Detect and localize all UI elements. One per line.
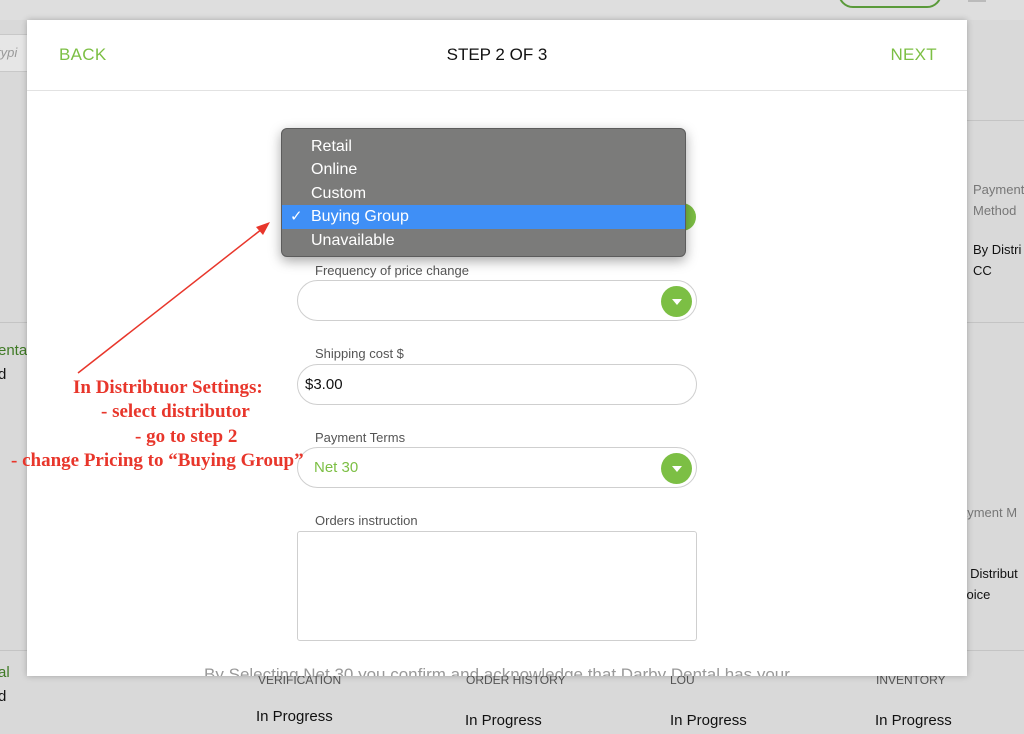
chevron-down-icon[interactable] bbox=[661, 453, 692, 484]
annotation-text: - select distributor bbox=[101, 401, 250, 422]
pricing-dropdown-menu: Retail Online Custom ✓ Buying Group Unav… bbox=[281, 128, 686, 257]
payment-method-value: By Distri bbox=[973, 242, 1022, 257]
modal-header: BACK STEP 2 OF 3 NEXT bbox=[27, 20, 967, 91]
payment-terms-value: Net 30 bbox=[314, 459, 359, 476]
distributor-settings-modal: BACK STEP 2 OF 3 NEXT Frequency of price… bbox=[27, 20, 967, 676]
chevron-down-icon[interactable] bbox=[661, 286, 692, 317]
status-text: In Progress bbox=[875, 712, 952, 729]
annotation-text: - change Pricing to “Buying Group” bbox=[11, 450, 304, 471]
frequency-label: Frequency of price change bbox=[315, 263, 469, 278]
distributor-subtext: d bbox=[0, 366, 7, 383]
payment-method-value: CC bbox=[973, 263, 992, 278]
status-text: In Progress bbox=[670, 712, 747, 729]
divider bbox=[0, 322, 27, 323]
payment-terms-select[interactable]: Net 30 bbox=[297, 447, 697, 488]
distributor-name: al bbox=[0, 664, 10, 681]
shipping-cost-label: Shipping cost $ bbox=[315, 346, 404, 361]
step-title: STEP 2 OF 3 bbox=[446, 45, 548, 64]
next-button[interactable]: NEXT bbox=[890, 45, 937, 65]
annotation-text: In Distribtuor Settings: bbox=[73, 377, 263, 398]
divider bbox=[0, 650, 27, 651]
divider bbox=[967, 322, 1024, 323]
status-text: In Progress bbox=[465, 712, 542, 729]
divider bbox=[967, 120, 1024, 121]
distributor-subtext: d bbox=[0, 688, 7, 705]
menu-item-custom[interactable]: Custom bbox=[282, 182, 685, 205]
menu-item-buying-group[interactable]: ✓ Buying Group bbox=[282, 205, 685, 229]
payment-method-value: y Distribut bbox=[960, 566, 1018, 581]
payment-method-label: Payment bbox=[973, 182, 1024, 197]
menu-item-unavailable[interactable]: Unavailable bbox=[282, 229, 685, 252]
background-top-icon bbox=[968, 0, 986, 2]
menu-item-retail[interactable]: Retail bbox=[282, 135, 685, 158]
background-top-button bbox=[838, 0, 942, 8]
frequency-select[interactable] bbox=[297, 280, 697, 321]
shipping-cost-value: $3.00 bbox=[305, 376, 343, 393]
payment-method-label: Method bbox=[973, 203, 1017, 218]
annotation-text: - go to step 2 bbox=[135, 426, 238, 447]
checkmark-icon: ✓ bbox=[290, 208, 303, 226]
distributor-name: enta bbox=[0, 342, 28, 359]
payment-method-label: ayment M bbox=[960, 505, 1018, 520]
status-text: In Progress bbox=[256, 708, 333, 725]
orders-instruction-textarea[interactable] bbox=[297, 531, 697, 641]
net30-disclaimer: By Selecting Net 30 you confirm and ackn… bbox=[204, 665, 790, 676]
payment-terms-label: Payment Terms bbox=[315, 430, 406, 445]
menu-item-online[interactable]: Online bbox=[282, 158, 685, 181]
shipping-cost-input[interactable]: $3.00 bbox=[297, 364, 697, 405]
orders-instruction-label: Orders instruction bbox=[315, 513, 418, 528]
